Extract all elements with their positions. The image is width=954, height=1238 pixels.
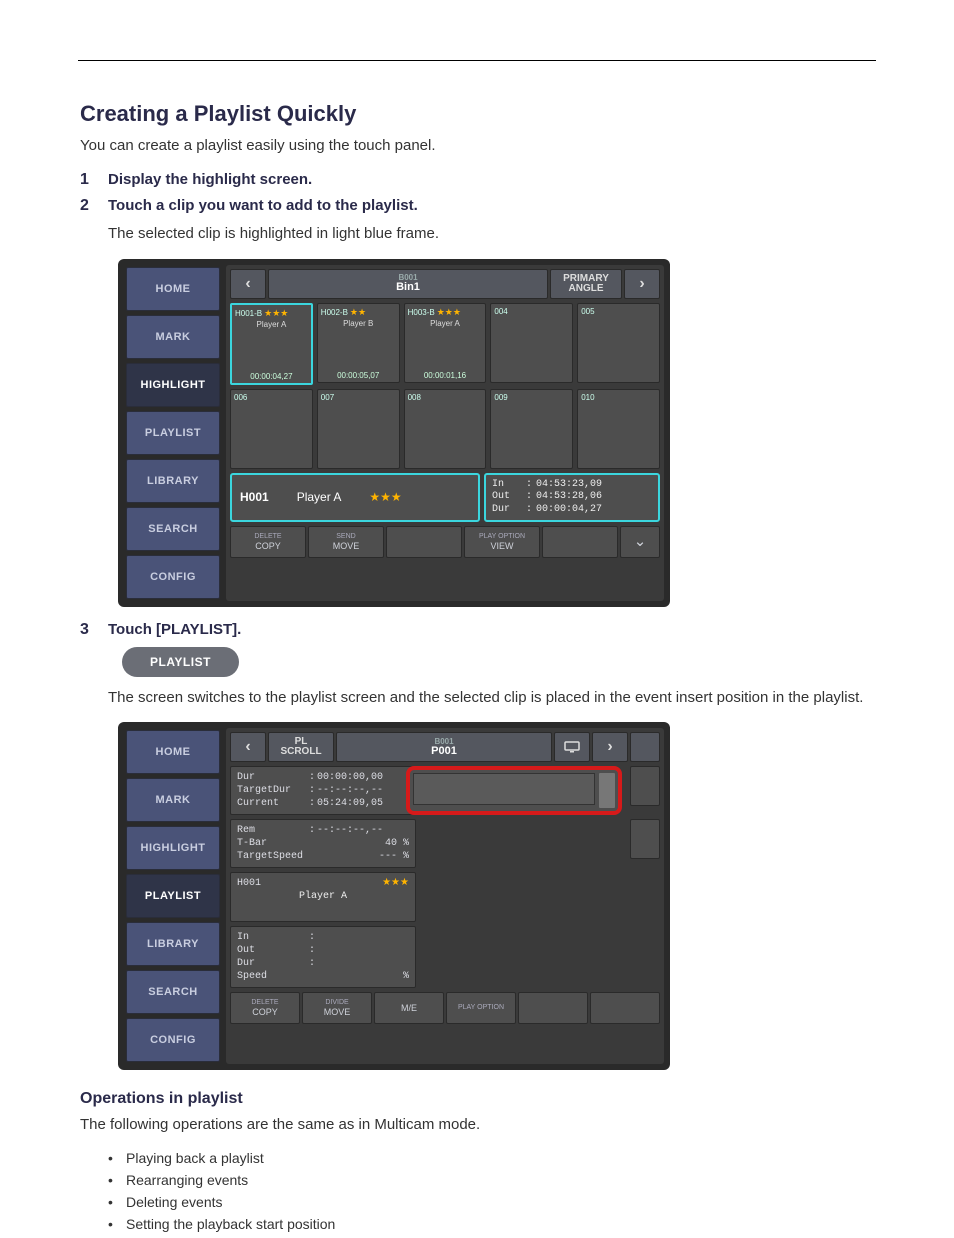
- side-playlist[interactable]: PLAYLIST: [126, 411, 220, 455]
- pl-clip-id: H001: [237, 877, 261, 890]
- side-mark[interactable]: MARK: [126, 315, 220, 359]
- highlight-screen-figure: HOME MARK HIGHLIGHT PLAYLIST LIBRARY SEA…: [118, 259, 670, 607]
- playlist-stats-2: Rem:--:--:--,-- T-Bar40 % TargetSpeed---…: [230, 819, 416, 868]
- side-search[interactable]: SEARCH: [126, 970, 220, 1014]
- foot-expand[interactable]: ⌄: [620, 526, 660, 558]
- side-highlight[interactable]: HIGHLIGHT: [126, 363, 220, 407]
- info-stars: ★★★: [369, 490, 401, 504]
- bullet-3: •Deleting events: [108, 1194, 876, 1210]
- foot-blank-1[interactable]: [518, 992, 588, 1024]
- prev-button[interactable]: ‹: [230, 732, 266, 762]
- intro-text: You can create a playlist easily using t…: [80, 135, 876, 157]
- playlist-screen-figure: HOME MARK HIGHLIGHT PLAYLIST LIBRARY SEA…: [118, 722, 670, 1070]
- top-bar: ‹ PL SCROLL B001 P001 ›: [230, 732, 660, 762]
- step-3-note: The screen switches to the playlist scre…: [108, 687, 876, 709]
- side-search[interactable]: SEARCH: [126, 507, 220, 551]
- bullet-2: •Rearranging events: [108, 1172, 876, 1188]
- clip-h002[interactable]: H002-B★★ Player B 00:00:05,07: [317, 303, 400, 383]
- foot-blank[interactable]: [542, 526, 618, 558]
- operations-intro: The following operations are the same as…: [80, 1114, 876, 1136]
- playlist-stats-1: Dur:00:00:00,00 TargetDur:--:--:--,-- Cu…: [230, 766, 416, 815]
- monitor-icon[interactable]: [554, 732, 590, 762]
- bullet-1: •Playing back a playlist: [108, 1150, 876, 1166]
- side-highlight[interactable]: HIGHLIGHT: [126, 826, 220, 870]
- foot-play-option[interactable]: PLAY OPTION: [446, 992, 516, 1024]
- side-menu: HOME MARK HIGHLIGHT PLAYLIST LIBRARY SEA…: [124, 265, 222, 601]
- side-home[interactable]: HOME: [126, 730, 220, 774]
- event-insert-frame[interactable]: [406, 766, 622, 815]
- clip-grid: H001-B★★★ Player A 00:00:04,27 H002-B★★ …: [230, 303, 660, 469]
- clip-009[interactable]: 009: [490, 389, 573, 469]
- clip-004[interactable]: 004: [490, 303, 573, 383]
- angle-button[interactable]: PRIMARY ANGLE: [550, 269, 622, 299]
- clip-info-right: In:04:53:23,09 Out:04:53:28,06 Dur:00:00…: [484, 473, 660, 523]
- top-bar: ‹ B001 Bin1 PRIMARY ANGLE ›: [230, 269, 660, 299]
- clip-h001[interactable]: H001-B★★★ Player A 00:00:04,27: [230, 303, 313, 385]
- bullet-4: •Setting the playback start position: [108, 1216, 876, 1232]
- clip-007[interactable]: 007: [317, 389, 400, 469]
- info-player: Player A: [297, 490, 342, 504]
- step-1: 1 Display the highlight screen.: [80, 171, 876, 189]
- playlist-clip-card[interactable]: H001 ★★★ Player A: [230, 872, 416, 922]
- step-number: 2: [80, 197, 108, 215]
- foot-me[interactable]: M/E: [374, 992, 444, 1024]
- foot-play-view[interactable]: PLAY OPTION VIEW: [464, 526, 540, 558]
- foot-delete-copy[interactable]: DELETE COPY: [230, 992, 300, 1024]
- playlist-iods: In: Out: Dur: Speed%: [230, 926, 416, 988]
- step-number: 3: [80, 621, 108, 639]
- foot-empty[interactable]: [386, 526, 462, 558]
- angle-label-bottom: ANGLE: [569, 284, 604, 294]
- step-text: Display the highlight screen.: [108, 171, 876, 189]
- side-config[interactable]: CONFIG: [126, 555, 220, 599]
- next-button[interactable]: ›: [592, 732, 628, 762]
- clip-006[interactable]: 006: [230, 389, 313, 469]
- footer-bar: DELETE COPY DIVIDE MOVE M/E PLAY OPTION: [230, 992, 660, 1024]
- clip-010[interactable]: 010: [577, 389, 660, 469]
- side-mark[interactable]: MARK: [126, 778, 220, 822]
- step-text: Touch [PLAYLIST].: [108, 621, 876, 639]
- step-number: 1: [80, 171, 108, 189]
- step-2-note: The selected clip is highlighted in ligh…: [108, 223, 876, 245]
- clip-info-left: H001 Player A ★★★: [230, 473, 480, 523]
- step-3: 3 Touch [PLAYLIST].: [80, 621, 876, 639]
- aux-slot-2[interactable]: [630, 819, 660, 859]
- step-text: Touch a clip you want to add to the play…: [108, 197, 876, 215]
- side-library[interactable]: LIBRARY: [126, 459, 220, 503]
- clip-h003[interactable]: H003-B★★★ Player A 00:00:01,16: [404, 303, 487, 383]
- side-menu: HOME MARK HIGHLIGHT PLAYLIST LIBRARY SEA…: [124, 728, 222, 1064]
- clip-005[interactable]: 005: [577, 303, 660, 383]
- step-2: 2 Touch a clip you want to add to the pl…: [80, 197, 876, 215]
- event-insert-handle: [599, 773, 615, 808]
- side-home[interactable]: HOME: [126, 267, 220, 311]
- event-insert-slot: [413, 773, 595, 805]
- pl-label-bottom: SCROLL: [280, 747, 321, 757]
- next-bin-button[interactable]: ›: [624, 269, 660, 299]
- clip-008[interactable]: 008: [404, 389, 487, 469]
- top-blank[interactable]: [630, 732, 660, 762]
- section-heading: Creating a Playlist Quickly: [80, 101, 876, 127]
- angle-label-top: PRIMARY: [563, 274, 609, 284]
- pl-scroll-button[interactable]: PL SCROLL: [268, 732, 334, 762]
- playlist-pill-button[interactable]: PLAYLIST: [122, 647, 239, 677]
- playlist-title[interactable]: B001 P001: [336, 732, 552, 762]
- clip-info-bar: H001 Player A ★★★ In:04:53:23,09 Out:04:…: [230, 473, 660, 523]
- pl-clip-name: Player A: [237, 890, 409, 903]
- foot-divide-move[interactable]: DIVIDE MOVE: [302, 992, 372, 1024]
- info-id: H001: [240, 490, 269, 504]
- side-config[interactable]: CONFIG: [126, 1018, 220, 1062]
- foot-send-move[interactable]: SEND MOVE: [308, 526, 384, 558]
- prev-bin-button[interactable]: ‹: [230, 269, 266, 299]
- aux-slot-1[interactable]: [630, 766, 660, 806]
- foot-delete-copy[interactable]: DELETE COPY: [230, 526, 306, 558]
- footer-bar: DELETE COPY SEND MOVE PLAY OPTION VIEW ⌄: [230, 526, 660, 558]
- playlist-name: P001: [431, 746, 457, 757]
- side-playlist[interactable]: PLAYLIST: [126, 874, 220, 918]
- pl-clip-stars: ★★★: [382, 877, 409, 890]
- operations-heading: Operations in playlist: [80, 1090, 876, 1108]
- side-library[interactable]: LIBRARY: [126, 922, 220, 966]
- foot-blank-2[interactable]: [590, 992, 660, 1024]
- bin-name: Bin1: [396, 282, 420, 293]
- bin-title[interactable]: B001 Bin1: [268, 269, 548, 299]
